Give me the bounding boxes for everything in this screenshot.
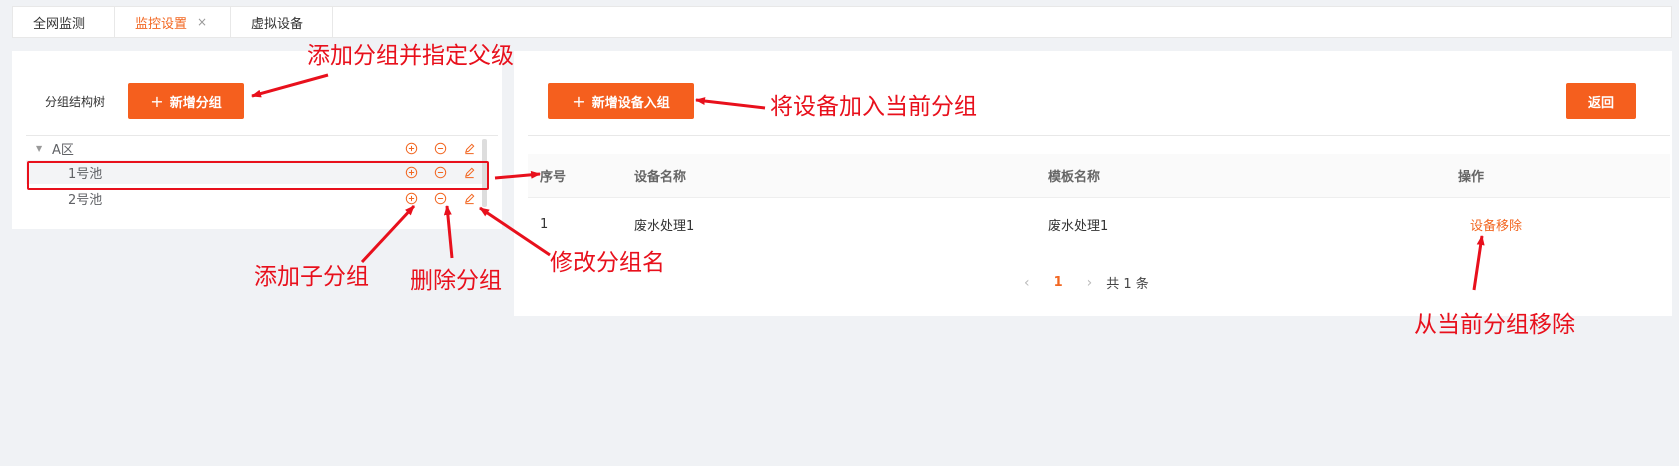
table-row: 1 废水处理1 废水处理1 设备移除 xyxy=(528,198,1670,250)
group-tree-panel: 分组结构树 + 新增分组 ▼ A区 1号池 2号池 xyxy=(12,51,502,229)
node-actions xyxy=(404,141,476,155)
cell-device-name: 废水处理1 xyxy=(634,218,695,234)
annotation-remove-device: 从当前分组移除 xyxy=(1414,312,1575,338)
caret-down-icon[interactable]: ▼ xyxy=(36,144,46,153)
prev-page-icon[interactable]: ‹ xyxy=(1024,275,1030,291)
total-count: 共 1 条 xyxy=(1106,277,1149,292)
plus-icon: + xyxy=(572,91,586,111)
edit-icon[interactable] xyxy=(462,141,476,155)
annotation-add-group: 添加分组并指定父级 xyxy=(307,43,514,69)
tree-node-label: 2号池 xyxy=(68,192,103,208)
annotation-add-child: 添加子分组 xyxy=(254,264,369,290)
tree-node-a[interactable]: ▼ A区 xyxy=(26,136,486,160)
tab-label: 全网监测 xyxy=(33,16,86,32)
add-group-label: 新增分组 xyxy=(169,95,222,111)
tab-virtual-device[interactable]: 虚拟设备 xyxy=(231,7,333,37)
back-button[interactable]: 返回 xyxy=(1566,83,1636,119)
tab-label: 虚拟设备 xyxy=(251,16,304,32)
minus-circle-icon[interactable] xyxy=(433,141,447,155)
tab-monitor-settings[interactable]: 监控设置 × xyxy=(115,7,231,37)
minus-circle-icon[interactable] xyxy=(433,191,447,205)
pagination: ‹ 1 › 共 1 条 xyxy=(1024,273,1149,293)
remove-device-link[interactable]: 设备移除 xyxy=(1470,215,1522,234)
node-actions xyxy=(404,191,476,205)
tree-title: 分组结构树 xyxy=(45,95,106,109)
annotation-rename-group: 修改分组名 xyxy=(550,250,665,276)
close-icon[interactable]: × xyxy=(197,15,207,29)
cell-index: 1 xyxy=(540,216,549,232)
edit-icon[interactable] xyxy=(462,191,476,205)
add-device-label: 新增设备入组 xyxy=(591,95,670,111)
column-header-device: 设备名称 xyxy=(634,170,687,185)
column-header-template: 模板名称 xyxy=(1048,170,1101,185)
tree-node-label: A区 xyxy=(52,142,74,158)
cell-action: 设备移除 xyxy=(1458,198,1522,250)
annotation-add-device: 将设备加入当前分组 xyxy=(770,94,977,120)
highlight-box xyxy=(27,161,489,190)
table-header: 序号 设备名称 模板名称 操作 xyxy=(528,154,1670,198)
tab-network-monitor[interactable]: 全网监测 xyxy=(13,7,115,37)
add-group-button[interactable]: + 新增分组 xyxy=(128,83,244,119)
add-device-to-group-button[interactable]: + 新增设备入组 xyxy=(548,83,694,119)
cell-template-name: 废水处理1 xyxy=(1048,218,1109,234)
tab-label: 监控设置 xyxy=(135,16,188,32)
annotation-delete-group: 删除分组 xyxy=(410,268,502,294)
divider xyxy=(528,135,1670,136)
column-header-action: 操作 xyxy=(1458,170,1485,185)
tab-bar: 全网监测 监控设置 × 虚拟设备 xyxy=(12,6,1672,38)
plus-icon: + xyxy=(150,91,164,111)
column-header-index: 序号 xyxy=(540,170,567,185)
group-devices-panel: + 新增设备入组 返回 序号 设备名称 模板名称 操作 1 废水处理1 废水处理… xyxy=(514,51,1672,316)
next-page-icon[interactable]: › xyxy=(1087,275,1093,291)
add-circle-icon[interactable] xyxy=(404,191,418,205)
add-circle-icon[interactable] xyxy=(404,141,418,155)
page-number[interactable]: 1 xyxy=(1054,275,1063,290)
